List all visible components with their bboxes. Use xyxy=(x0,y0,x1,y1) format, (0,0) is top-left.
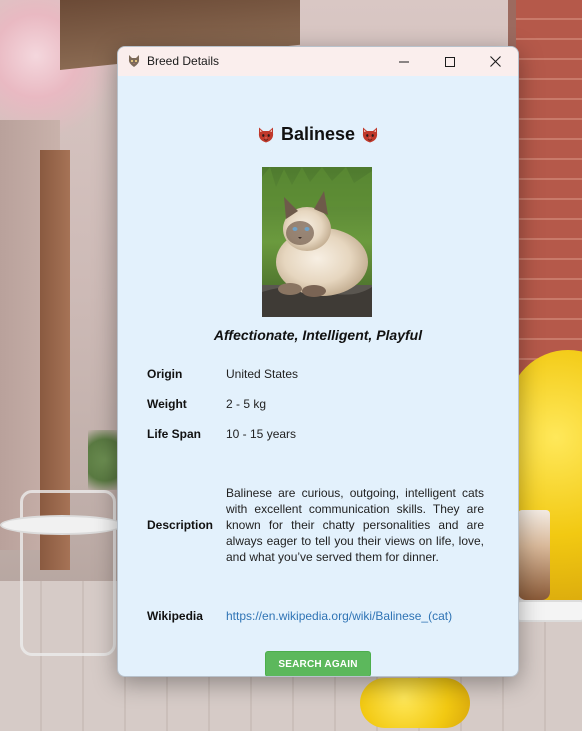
search-again-button[interactable]: SEARCH AGAIN xyxy=(265,651,371,676)
description-label: Description xyxy=(147,518,214,532)
maximize-button[interactable] xyxy=(427,47,473,76)
background-table xyxy=(0,515,124,535)
cat-face-emoji-icon xyxy=(361,126,379,144)
origin-label: Origin xyxy=(147,367,183,381)
background-drink xyxy=(518,510,550,600)
lifespan-label: Life Span xyxy=(147,427,202,441)
window-title: Breed Details xyxy=(147,54,220,68)
minimize-button[interactable] xyxy=(381,47,427,76)
background-mascot-arm xyxy=(360,678,470,728)
breed-heading: Balinese xyxy=(118,124,518,145)
cat-face-icon xyxy=(127,54,141,68)
breed-photo xyxy=(262,167,372,317)
close-icon xyxy=(489,56,501,67)
breed-content: Balinese Affectionate, Intelligent, Play… xyxy=(118,76,518,676)
cat-face-emoji-icon xyxy=(257,126,275,144)
lifespan-value: 10 - 15 years xyxy=(226,427,297,441)
title-bar[interactable]: Breed Details xyxy=(118,47,518,76)
wikipedia-link[interactable]: https://en.wikipedia.org/wiki/Balinese_(… xyxy=(226,609,452,623)
background-right-table xyxy=(515,600,582,622)
weight-label: Weight xyxy=(147,397,187,411)
breed-details-window: Breed Details Balinese Affectionate, Int… xyxy=(117,46,519,677)
maximize-icon xyxy=(445,56,455,67)
origin-value: United States xyxy=(226,367,299,381)
weight-value: 2 - 5 kg xyxy=(226,397,267,411)
background-brick-wall xyxy=(516,0,582,380)
close-button[interactable] xyxy=(472,47,518,76)
wikipedia-label: Wikipedia xyxy=(147,609,203,623)
minimize-icon xyxy=(399,61,409,62)
breed-temperament: Affectionate, Intelligent, Playful xyxy=(213,327,423,343)
desktop-background: Breed Details Balinese Affectionate, Int… xyxy=(0,0,582,731)
breed-name: Balinese xyxy=(280,124,356,144)
description-value: Balinese are curious, outgoing, intellig… xyxy=(226,486,484,564)
